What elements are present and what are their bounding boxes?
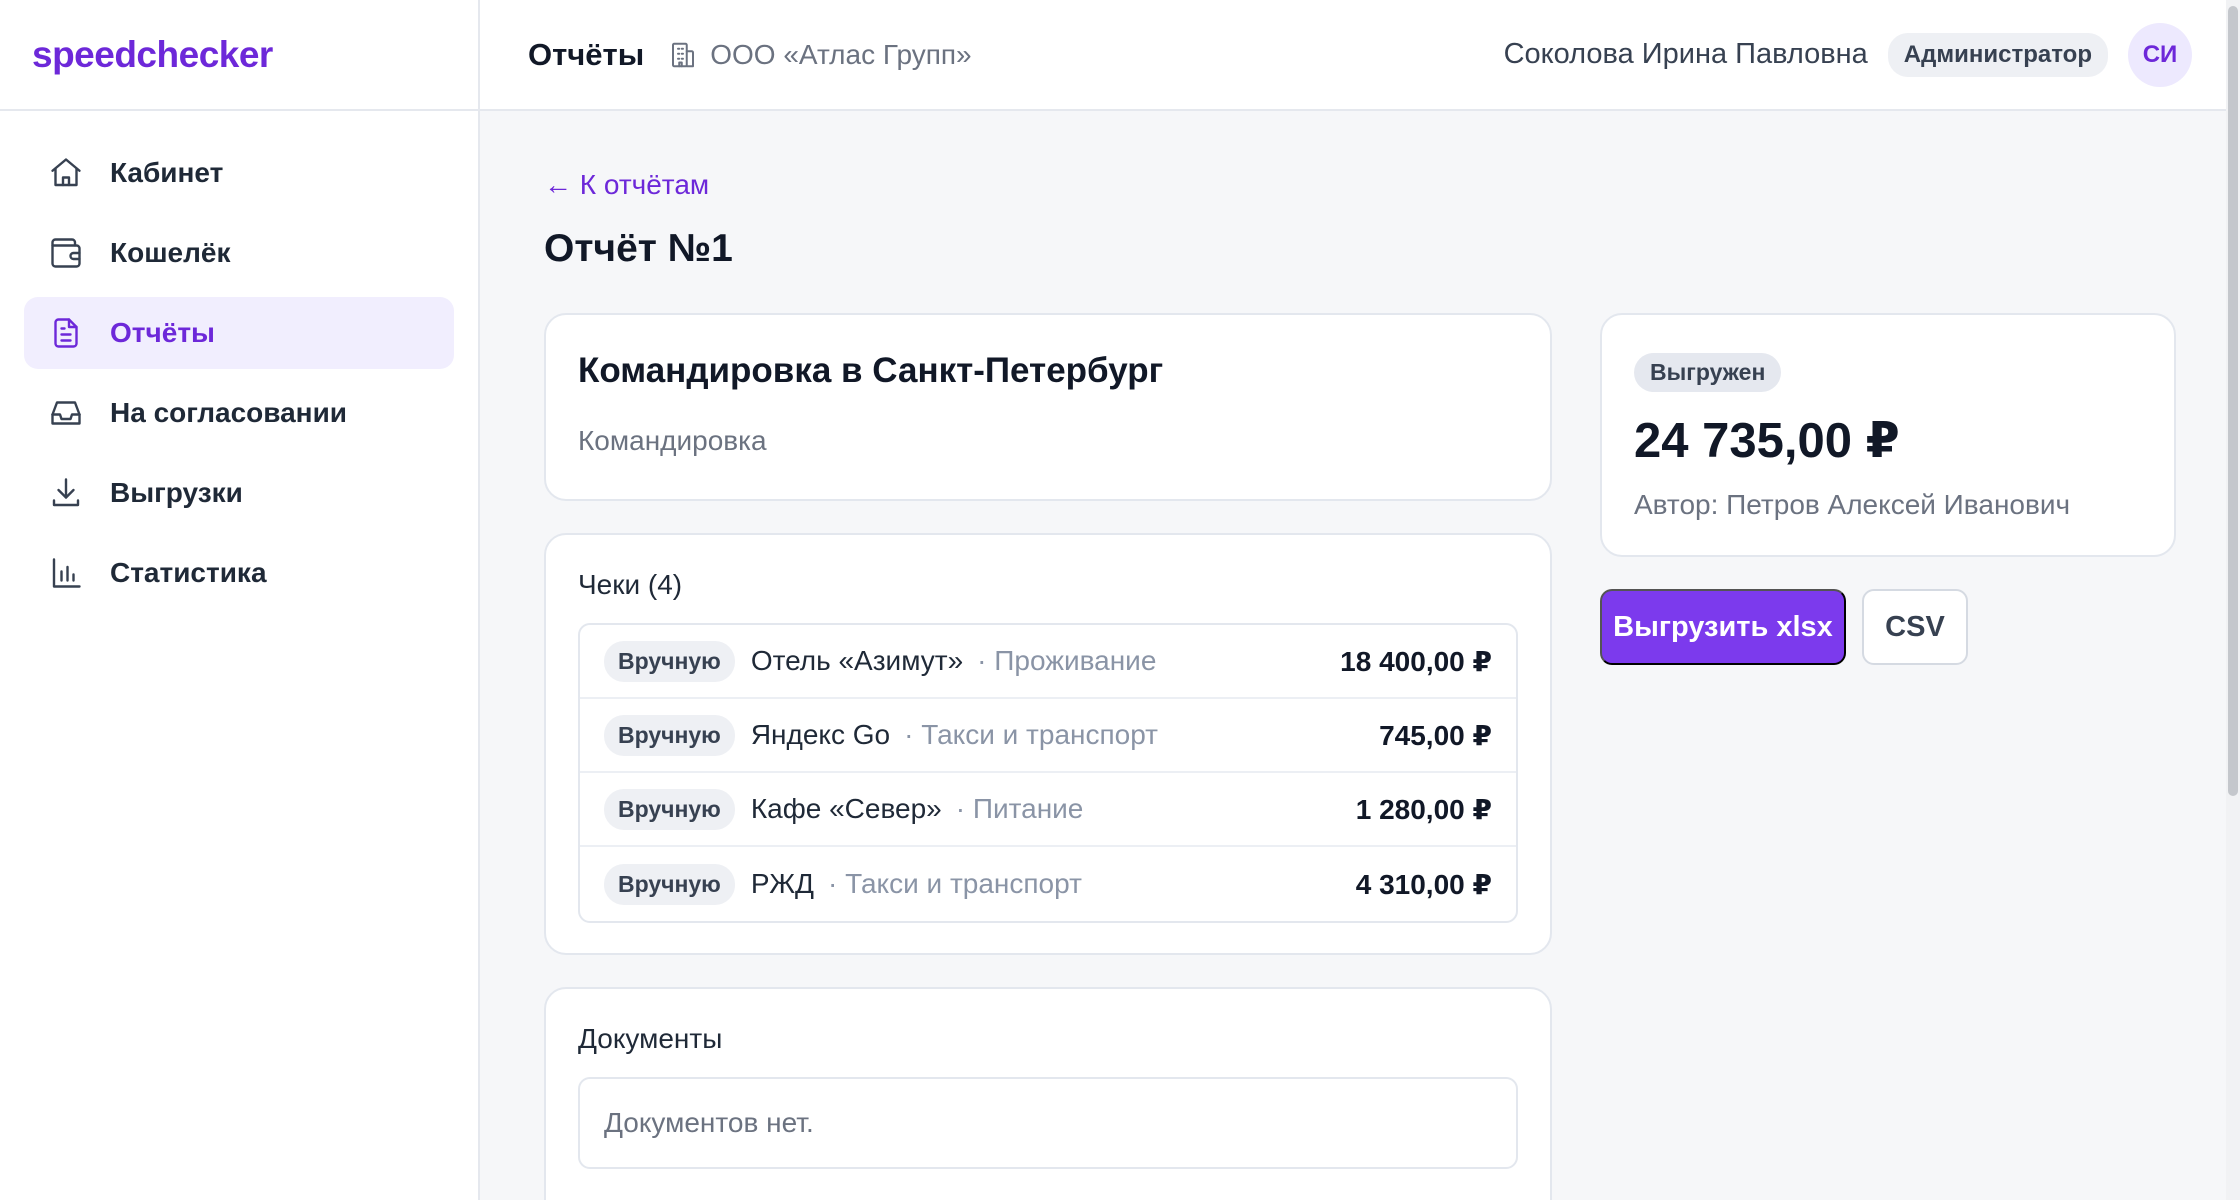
receipt-category: · Такси и транспорт — [904, 719, 1158, 750]
user-name: Соколова Ирина Павловна — [1503, 38, 1868, 70]
document-icon — [48, 315, 84, 351]
role-badge: Администратор — [1887, 32, 2108, 77]
receipt-merchant: Отель «Азимут» — [750, 645, 964, 676]
receipt-row[interactable]: Вручную Отель «Азимут» · Проживание 18 4… — [580, 625, 1516, 699]
status-badge: Выгружен — [1634, 353, 1782, 392]
top-header: Отчёты ООО «Атлас Групп» Соколова Ирина … — [480, 0, 2240, 111]
receipt-category: · Проживание — [977, 645, 1157, 676]
receipt-category: · Питание — [955, 793, 1084, 824]
back-to-reports-link[interactable]: ← К отчётам — [544, 169, 709, 201]
sidebar-item-statistics[interactable]: Статистика — [24, 537, 454, 609]
source-badge: Вручную — [604, 788, 735, 830]
sidebar-nav: Кабинет Кошелёк Отчёты На согласовании В… — [0, 111, 478, 643]
receipt-merchant: Яндекс Go — [750, 719, 891, 750]
logo-bar: speedchecker — [0, 0, 478, 111]
export-xlsx-button[interactable]: Выгрузить xlsx — [1600, 589, 1846, 665]
receipt-row[interactable]: Вручную Кафе «Север» · Питание 1 280,00 … — [580, 773, 1516, 847]
documents-card: Документы Документов нет. — [544, 987, 1552, 1200]
sidebar-item-reports[interactable]: Отчёты — [24, 297, 454, 369]
app-logo[interactable]: speedchecker — [32, 34, 273, 76]
report-summary-card: Выгружен 24 735,00 ₽ Автор: Петров Алекс… — [1600, 313, 2176, 557]
building-icon — [668, 40, 698, 70]
page-title: Отчёт №1 — [544, 227, 733, 270]
receipts-card: Чеки (4) Вручную Отель «Азимут» · Прожив… — [544, 533, 1552, 955]
sidebar-item-label: Отчёты — [110, 317, 215, 348]
source-badge: Вручную — [604, 640, 735, 682]
sidebar-item-cabinet[interactable]: Кабинет — [24, 137, 454, 209]
sidebar-item-label: Выгрузки — [110, 477, 243, 508]
export-csv-button[interactable]: CSV — [1862, 589, 1968, 665]
receipt-row[interactable]: Вручную Яндекс Go · Такси и транспорт 74… — [580, 699, 1516, 773]
receipt-merchant: РЖД — [750, 868, 815, 899]
source-badge: Вручную — [604, 863, 735, 905]
report-total: 24 735,00 ₽ — [1634, 414, 1900, 468]
download-icon — [48, 475, 84, 511]
scrollbar-thumb[interactable] — [2228, 6, 2238, 796]
receipts-title: Чеки (4) — [578, 569, 683, 600]
main-content: ← К отчётам Отчёт №1 Командировка в Санк… — [544, 111, 2176, 1200]
report-name: Командировка в Санкт-Петербург — [578, 351, 1164, 390]
home-icon — [48, 155, 84, 191]
sidebar-item-label: Кошелёк — [110, 237, 231, 268]
receipt-row[interactable]: Вручную РЖД · Такси и транспорт 4 310,00… — [580, 847, 1516, 921]
documents-title: Документы — [578, 1023, 723, 1054]
sidebar-item-label: Статистика — [110, 557, 267, 588]
source-badge: Вручную — [604, 714, 735, 756]
bar-chart-icon — [48, 555, 84, 591]
sidebar-item-label: На согласовании — [110, 397, 348, 428]
page-scrollbar[interactable] — [2226, 0, 2240, 1200]
report-info-card: Командировка в Санкт-Петербург Командиро… — [544, 313, 1552, 501]
sidebar-item-approval[interactable]: На согласовании — [24, 377, 454, 449]
avatar[interactable]: СИ — [2128, 22, 2192, 87]
receipt-amount: 4 310,00 ₽ — [1355, 868, 1492, 900]
sidebar-item-wallet[interactable]: Кошелёк — [24, 217, 454, 289]
sidebar: speedchecker Кабинет Кошелёк Отчёты На с… — [0, 0, 480, 1200]
report-type: Командировка — [578, 425, 767, 456]
report-author: Автор: Петров Алексей Иванович — [1634, 489, 2071, 520]
sidebar-item-exports[interactable]: Выгрузки — [24, 457, 454, 529]
receipts-list: Вручную Отель «Азимут» · Проживание 18 4… — [578, 623, 1518, 923]
user-area: Соколова Ирина Павловна Администратор СИ — [1503, 22, 2192, 87]
sidebar-item-label: Кабинет — [110, 157, 224, 188]
org-switcher[interactable]: ООО «Атлас Групп» — [668, 38, 972, 71]
receipt-category: · Такси и транспорт — [828, 868, 1082, 899]
receipt-amount: 745,00 ₽ — [1379, 719, 1492, 751]
documents-empty-state: Документов нет. — [578, 1077, 1518, 1169]
wallet-icon — [48, 235, 84, 271]
inbox-icon — [48, 395, 84, 431]
receipt-amount: 18 400,00 ₽ — [1340, 645, 1492, 677]
header-title: Отчёты — [528, 36, 645, 72]
org-name: ООО «Атлас Групп» — [710, 38, 972, 70]
receipt-merchant: Кафе «Север» — [750, 793, 942, 824]
receipt-amount: 1 280,00 ₽ — [1355, 793, 1492, 825]
